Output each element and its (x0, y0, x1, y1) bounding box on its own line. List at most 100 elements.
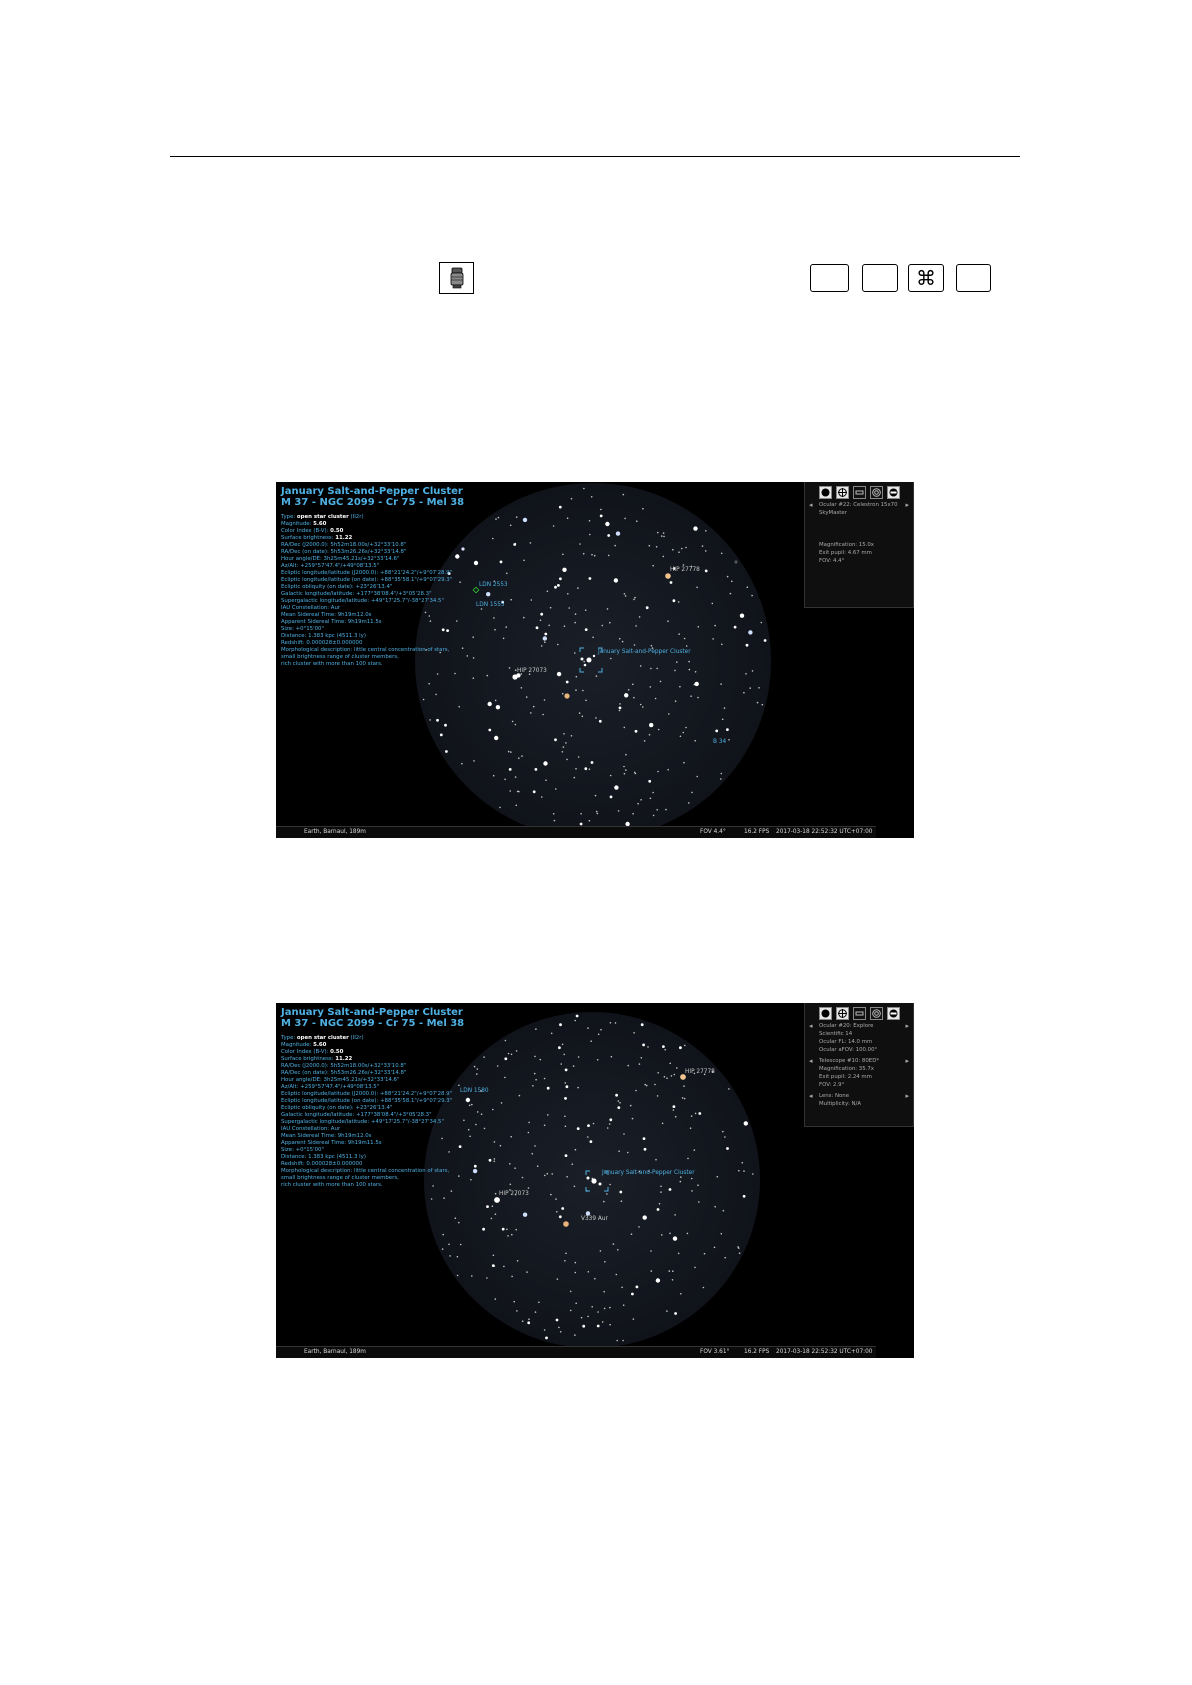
star (488, 728, 492, 732)
star (574, 621, 576, 624)
star (595, 717, 597, 719)
star (573, 1185, 576, 1188)
star (538, 1301, 540, 1304)
star (763, 639, 767, 642)
info-line-key: Ecliptic longitude/latitude (J2000.0): +… (281, 570, 453, 576)
prev-lens-arrow-icon[interactable]: ◂ (809, 1092, 813, 1100)
info-line-key: Galactic longitude/latitude: +177°38'08.… (281, 591, 432, 597)
info-line: small brightness range of cluster member… (281, 1175, 521, 1182)
exit-pupil: Exit pupil: 4.67 mm (819, 550, 872, 556)
star (521, 755, 523, 757)
star (683, 1085, 685, 1087)
star (629, 1104, 632, 1107)
configuration-icon[interactable] (886, 486, 900, 499)
telrad-toggle-icon[interactable] (869, 1007, 883, 1020)
ocular-focal-length: Ocular FL: 14.0 mm (819, 1039, 873, 1045)
star (696, 586, 698, 589)
star (592, 1122, 595, 1125)
info-line: Magnitude: 5.60 (281, 521, 521, 528)
star (674, 700, 677, 702)
star (662, 555, 665, 558)
star (712, 638, 714, 640)
star (515, 1228, 517, 1231)
star (625, 753, 627, 756)
star (728, 739, 730, 741)
configuration-icon[interactable] (886, 1007, 900, 1020)
next-lens-arrow-icon[interactable]: ▸ (905, 1092, 909, 1100)
star (541, 796, 543, 798)
star (590, 1040, 592, 1042)
star (743, 1170, 745, 1172)
star (543, 1124, 546, 1127)
ocular-view-toggle-icon[interactable] (818, 486, 832, 499)
star (647, 1046, 649, 1048)
star (575, 1014, 579, 1018)
star (504, 778, 506, 781)
prev-ocular-arrow-icon[interactable]: ◂ (809, 1022, 813, 1030)
star (558, 1326, 560, 1329)
label-cluster: January Salt-and-Pepper Cluster (602, 1170, 695, 1176)
info-line: Distance: 1.383 kpc (4511.3 ly) (281, 633, 521, 640)
next-ocular-arrow-icon[interactable]: ▸ (905, 501, 909, 509)
crosshair-toggle-icon[interactable] (835, 486, 849, 499)
info-line-suffix: (II2r) (348, 1035, 364, 1041)
star (600, 1028, 602, 1031)
info-line: Mean Sidereal Time: 9h19m12.0s (281, 612, 521, 619)
telrad-toggle-icon[interactable] (869, 486, 883, 499)
star (615, 1093, 618, 1097)
star (511, 1233, 513, 1236)
info-line-key: Size: +0°15'00" (281, 626, 324, 632)
star (459, 1243, 462, 1246)
info-line: Ecliptic longitude/latitude (on date): +… (281, 1098, 521, 1105)
star (613, 578, 619, 583)
star (760, 621, 763, 624)
star (614, 785, 619, 790)
ocular-view-toggle-icon[interactable] (818, 1007, 832, 1020)
info-line: Type: open star cluster (II2r) (281, 1035, 521, 1042)
info-line: Surface brightness: 11.22 (281, 535, 521, 542)
info-line-value: open star cluster (296, 1035, 349, 1041)
star (618, 637, 621, 640)
star (596, 1059, 599, 1061)
star (552, 525, 555, 527)
star (550, 1032, 553, 1035)
info-line-value: 11.22 (335, 1056, 353, 1062)
star (619, 1101, 621, 1104)
star (654, 1083, 656, 1086)
ccd-toggle-icon[interactable] (852, 1007, 866, 1020)
star (584, 628, 588, 631)
star (679, 735, 682, 738)
star (690, 1177, 693, 1180)
star (511, 720, 514, 723)
star (644, 1083, 646, 1086)
star (604, 1261, 606, 1263)
magnification: Magnification: 35.7x (819, 1066, 875, 1072)
info-line: RA/Dec (on date): 5h53m26.26s/+32°33'14.… (281, 1070, 521, 1077)
star (603, 1307, 606, 1310)
star (531, 1152, 534, 1155)
star (493, 1265, 496, 1267)
star (623, 593, 626, 595)
star (633, 771, 636, 774)
star (701, 545, 704, 547)
prev-ocular-arrow-icon[interactable]: ◂ (809, 501, 813, 509)
star (668, 1270, 671, 1272)
ccd-toggle-icon[interactable] (852, 486, 866, 499)
info-line-key: Morphological description: little centra… (281, 1168, 450, 1174)
star (632, 812, 634, 815)
star (539, 619, 542, 622)
ocular-icon (439, 262, 474, 294)
star (633, 598, 635, 601)
info-line-key: Redshift: 0.000028±0.000000 (281, 640, 363, 646)
star (454, 672, 456, 675)
next-ocular-arrow-icon[interactable]: ▸ (905, 1022, 909, 1030)
next-telescope-arrow-icon[interactable]: ▸ (905, 1057, 909, 1065)
star (698, 1112, 702, 1115)
star (548, 624, 550, 627)
star (580, 813, 582, 815)
prev-telescope-arrow-icon[interactable]: ◂ (809, 1057, 813, 1065)
info-line-key: Galactic longitude/latitude: +177°38'08.… (281, 1112, 432, 1118)
crosshair-toggle-icon[interactable] (835, 1007, 849, 1020)
star (657, 770, 659, 773)
star (595, 675, 598, 677)
